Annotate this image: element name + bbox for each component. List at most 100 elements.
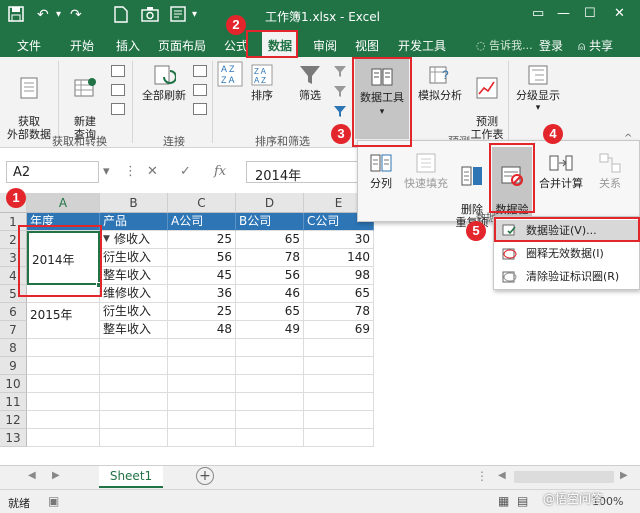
undo-icon[interactable]: ↶ <box>37 6 49 24</box>
empty-cell[interactable] <box>236 411 304 429</box>
menu-item-clear-circles[interactable]: 清除验证标识圈(R) <box>496 266 639 288</box>
empty-cell[interactable] <box>27 339 100 357</box>
new-file-icon[interactable] <box>114 6 128 23</box>
cell-dropdown-arrow-icon[interactable]: ▼ <box>103 234 110 244</box>
table-cell[interactable]: 2015年 <box>27 303 100 339</box>
table-cell[interactable]: 140 <box>304 249 374 267</box>
table-cell[interactable]: 69 <box>304 321 374 339</box>
empty-cell[interactable] <box>168 429 236 447</box>
macro-record-icon[interactable]: ▣ <box>48 494 59 508</box>
tab-formulas[interactable]: 公式 <box>224 37 248 54</box>
row-header-6[interactable]: 6 <box>0 303 27 321</box>
table-cell[interactable]: 25 <box>168 231 236 249</box>
tell-me-box[interactable]: ◌ 告诉我... <box>476 37 533 53</box>
row-header-10[interactable]: 10 <box>0 375 27 393</box>
close-button[interactable]: ✕ <box>614 6 625 21</box>
formula-input[interactable]: 2014年 <box>246 161 364 184</box>
form-icon[interactable] <box>170 6 186 22</box>
table-cell[interactable]: 65 <box>236 303 304 321</box>
sort-button[interactable]: Z AA Z 排序 <box>246 63 278 102</box>
new-query-button[interactable]: 新建 查询 <box>64 63 106 141</box>
hscroll-left-icon[interactable]: ◀ <box>498 470 506 481</box>
camera-icon[interactable] <box>141 6 159 22</box>
ribbon-display-icon[interactable]: ▭ <box>532 6 544 21</box>
tab-page-layout[interactable]: 页面布局 <box>158 37 206 54</box>
table-cell[interactable]: 修收入 <box>100 231 168 249</box>
recent-sources-icon[interactable] <box>111 103 125 115</box>
name-box-dropdown-icon[interactable]: ▾ <box>103 164 110 179</box>
table-cell[interactable]: 49 <box>236 321 304 339</box>
empty-cell[interactable] <box>168 393 236 411</box>
empty-cell[interactable] <box>236 429 304 447</box>
table-header-cell[interactable]: A公司 <box>168 213 236 231</box>
empty-cell[interactable] <box>236 339 304 357</box>
confirm-icon[interactable]: ✓ <box>180 164 191 179</box>
tab-review[interactable]: 审阅 <box>313 37 337 54</box>
login-button[interactable]: 登录 <box>539 37 563 54</box>
name-box[interactable]: A2 <box>6 161 99 183</box>
table-cell[interactable]: 30 <box>304 231 374 249</box>
column-header-d[interactable]: D <box>236 193 304 213</box>
tab-developer[interactable]: 开发工具 <box>398 37 446 54</box>
get-external-data-button[interactable]: 获取 外部数据 <box>4 63 54 141</box>
horizontal-scrollbar[interactable] <box>514 471 614 483</box>
insert-function-icon[interactable]: fx <box>214 164 226 179</box>
maximize-button[interactable]: ☐ <box>584 6 596 21</box>
empty-cell[interactable] <box>236 375 304 393</box>
empty-cell[interactable] <box>27 375 100 393</box>
table-cell[interactable]: 78 <box>304 303 374 321</box>
table-cell[interactable]: 56 <box>236 267 304 285</box>
table-cell[interactable]: 56 <box>168 249 236 267</box>
empty-cell[interactable] <box>168 375 236 393</box>
menu-item-circle-invalid[interactable]: 圈释无效数据(I) <box>496 243 639 265</box>
empty-cell[interactable] <box>27 357 100 375</box>
table-cell[interactable]: 65 <box>304 285 374 303</box>
row-header-13[interactable]: 13 <box>0 429 27 447</box>
sort-az-icon[interactable]: A ZZ A <box>216 61 244 90</box>
properties-icon[interactable] <box>193 84 207 96</box>
connections-icon[interactable] <box>193 65 207 77</box>
empty-cell[interactable] <box>236 357 304 375</box>
advanced-filter-icon[interactable] <box>333 104 347 118</box>
table-cell[interactable]: 整车收入 <box>100 321 168 339</box>
table-cell[interactable]: 48 <box>168 321 236 339</box>
outline-button[interactable]: 分级显示 ▾ <box>512 63 564 115</box>
table-cell[interactable]: 36 <box>168 285 236 303</box>
tab-file[interactable]: 文件 <box>17 37 41 54</box>
cancel-icon[interactable]: ✕ <box>147 164 158 179</box>
add-sheet-button[interactable]: + <box>196 467 214 485</box>
page-layout-view-icon[interactable]: ▤ <box>517 494 528 508</box>
empty-cell[interactable] <box>27 429 100 447</box>
forecast-sheet-button[interactable]: 预测 工作表 <box>466 63 508 141</box>
undo-dropdown-icon[interactable]: ▾ <box>56 6 61 24</box>
empty-cell[interactable] <box>100 357 168 375</box>
row-header-9[interactable]: 9 <box>0 357 27 375</box>
refresh-all-button[interactable]: 全部刷新 <box>138 63 190 102</box>
table-cell[interactable]: 78 <box>236 249 304 267</box>
hscroll-right-icon[interactable]: ▶ <box>620 470 628 481</box>
reapply-filter-icon[interactable] <box>333 84 347 98</box>
share-button[interactable]: ⍝ 共享 <box>578 37 613 54</box>
customize-toolbar-icon[interactable]: ▾ <box>192 6 197 24</box>
normal-view-icon[interactable]: ▦ <box>498 494 509 508</box>
clear-filter-icon[interactable] <box>333 64 347 78</box>
empty-cell[interactable] <box>168 357 236 375</box>
empty-cell[interactable] <box>168 339 236 357</box>
empty-cell[interactable] <box>304 411 374 429</box>
empty-cell[interactable] <box>304 393 374 411</box>
column-header-c[interactable]: C <box>168 193 236 213</box>
empty-cell[interactable] <box>304 357 374 375</box>
empty-cell[interactable] <box>100 339 168 357</box>
table-cell[interactable]: 整车收入 <box>100 267 168 285</box>
table-header-cell[interactable]: B公司 <box>236 213 304 231</box>
table-cell[interactable]: 65 <box>236 231 304 249</box>
from-table-icon[interactable] <box>111 84 125 96</box>
text-to-columns-button[interactable]: 分列 <box>364 151 398 190</box>
empty-cell[interactable] <box>236 393 304 411</box>
what-if-analysis-button[interactable]: ? 模拟分析 <box>414 63 466 102</box>
filter-button[interactable]: 筛选 <box>292 63 328 102</box>
relationships-button[interactable]: 关系 <box>588 151 632 190</box>
row-header-7[interactable]: 7 <box>0 321 27 339</box>
tab-insert[interactable]: 插入 <box>116 37 140 54</box>
table-cell[interactable]: 衍生收入 <box>100 303 168 321</box>
